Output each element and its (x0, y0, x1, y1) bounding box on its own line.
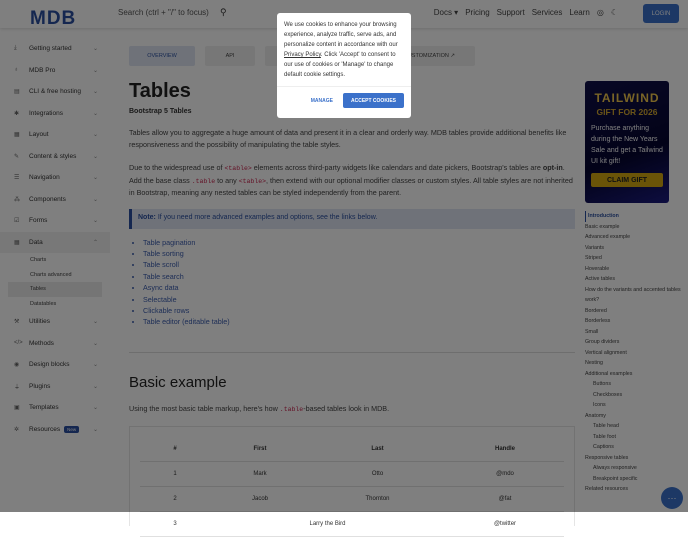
privacy-policy-link[interactable]: Privacy Policy (284, 52, 321, 58)
cookie-text: We use cookies to enhance your browsing … (284, 22, 398, 78)
cookie-consent-dialog: We use cookies to enhance your browsing … (277, 13, 411, 118)
table-row: 3 Larry the Bird @twitter (140, 512, 564, 537)
accept-cookies-button[interactable]: ACCEPT COOKIES (342, 93, 404, 108)
manage-cookies-button[interactable]: MANAGE (311, 98, 333, 104)
